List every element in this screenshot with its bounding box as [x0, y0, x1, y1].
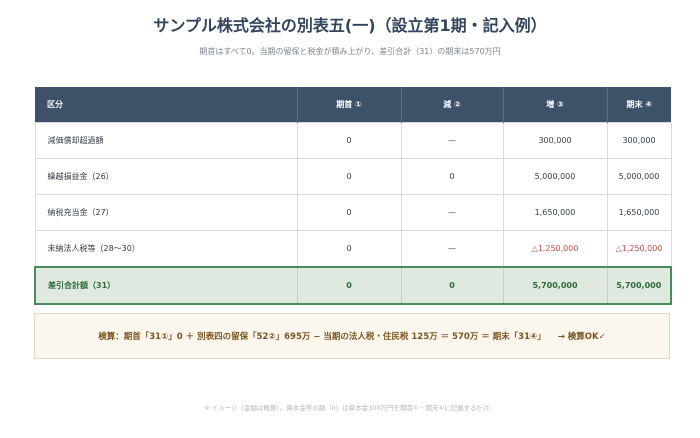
- total-increase: 5,700,000: [502, 266, 608, 305]
- row-label: 繰越損益金（26）: [34, 158, 298, 195]
- cell-closing: 300,000: [606, 122, 672, 159]
- cell-increase-negative: △1,250,000: [502, 230, 608, 268]
- total-closing: 5,700,000: [606, 266, 672, 305]
- cell-decrease: —: [400, 122, 504, 159]
- header-closing: 期末 ④: [607, 87, 671, 123]
- page-title: サンプル株式会社の別表五(一)（設立第1期・記入例）: [153, 16, 547, 35]
- total-row: 差引合計額（31） 0 0 5,700,000 5,700,000: [34, 266, 672, 305]
- header-decrease: 減 ②: [401, 87, 504, 123]
- page: サンプル株式会社の別表五(一)（設立第1期・記入例） 期首はすべて0。当期の留保…: [0, 0, 700, 438]
- header-increase: 増 ③: [503, 87, 608, 123]
- cell-decrease: —: [400, 194, 504, 231]
- cell-increase: 1,650,000: [502, 194, 608, 231]
- cell-closing: 1,650,000: [606, 194, 672, 231]
- cell-decrease: —: [400, 230, 504, 268]
- cell-opening: 0: [296, 158, 402, 195]
- row-label: 減価償却超過額: [34, 122, 298, 159]
- verification-text: 検算：期首「31①」0 ＋ 別表四の留保「52②」695万 − 当期の法人税・住…: [98, 332, 546, 342]
- total-opening: 0: [296, 266, 402, 305]
- verification-box: 検算：期首「31①」0 ＋ 別表四の留保「52②」695万 − 当期の法人税・住…: [34, 313, 670, 359]
- cell-closing-negative: △1,250,000: [606, 230, 672, 268]
- cell-opening: 0: [296, 194, 402, 231]
- row-label: 未納法人税等（28〜30）: [34, 230, 298, 268]
- cell-opening: 0: [296, 122, 402, 159]
- page-subtitle: 期首はすべて0。当期の留保と税金が積み上がり、差引合計（31）の期末は570万円: [199, 47, 501, 56]
- table-header-row: 区分 期首 ① 減 ② 増 ③ 期末 ④: [35, 87, 671, 123]
- footnote: ※ イメージ（金額は概算）。資本金等の額（II）は資本金300万円を期首①・期末…: [204, 404, 496, 412]
- cell-closing: 5,000,000: [606, 158, 672, 195]
- table-row: 納税充当金（27） 0 — 1,650,000 1,650,000: [34, 194, 672, 231]
- cell-opening: 0: [296, 230, 402, 268]
- header-opening: 期首 ①: [297, 87, 402, 123]
- header-category: 区分: [35, 87, 298, 123]
- schedule-table: 区分 期首 ① 減 ② 増 ③ 期末 ④ 減価償却超過額 0 — 300,000…: [34, 87, 672, 305]
- table-row: 減価償却超過額 0 — 300,000 300,000: [34, 122, 672, 159]
- table-row: 繰越損益金（26） 0 0 5,000,000 5,000,000: [34, 158, 672, 195]
- verification-result: → 検算OK✓: [557, 332, 606, 342]
- total-decrease: 0: [400, 266, 504, 305]
- row-label: 納税充当金（27）: [34, 194, 298, 231]
- cell-decrease: 0: [400, 158, 504, 195]
- total-label: 差引合計額（31）: [34, 266, 298, 305]
- table-row: 未納法人税等（28〜30） 0 — △1,250,000 △1,250,000: [34, 230, 672, 268]
- cell-increase: 300,000: [502, 122, 608, 159]
- cell-increase: 5,000,000: [502, 158, 608, 195]
